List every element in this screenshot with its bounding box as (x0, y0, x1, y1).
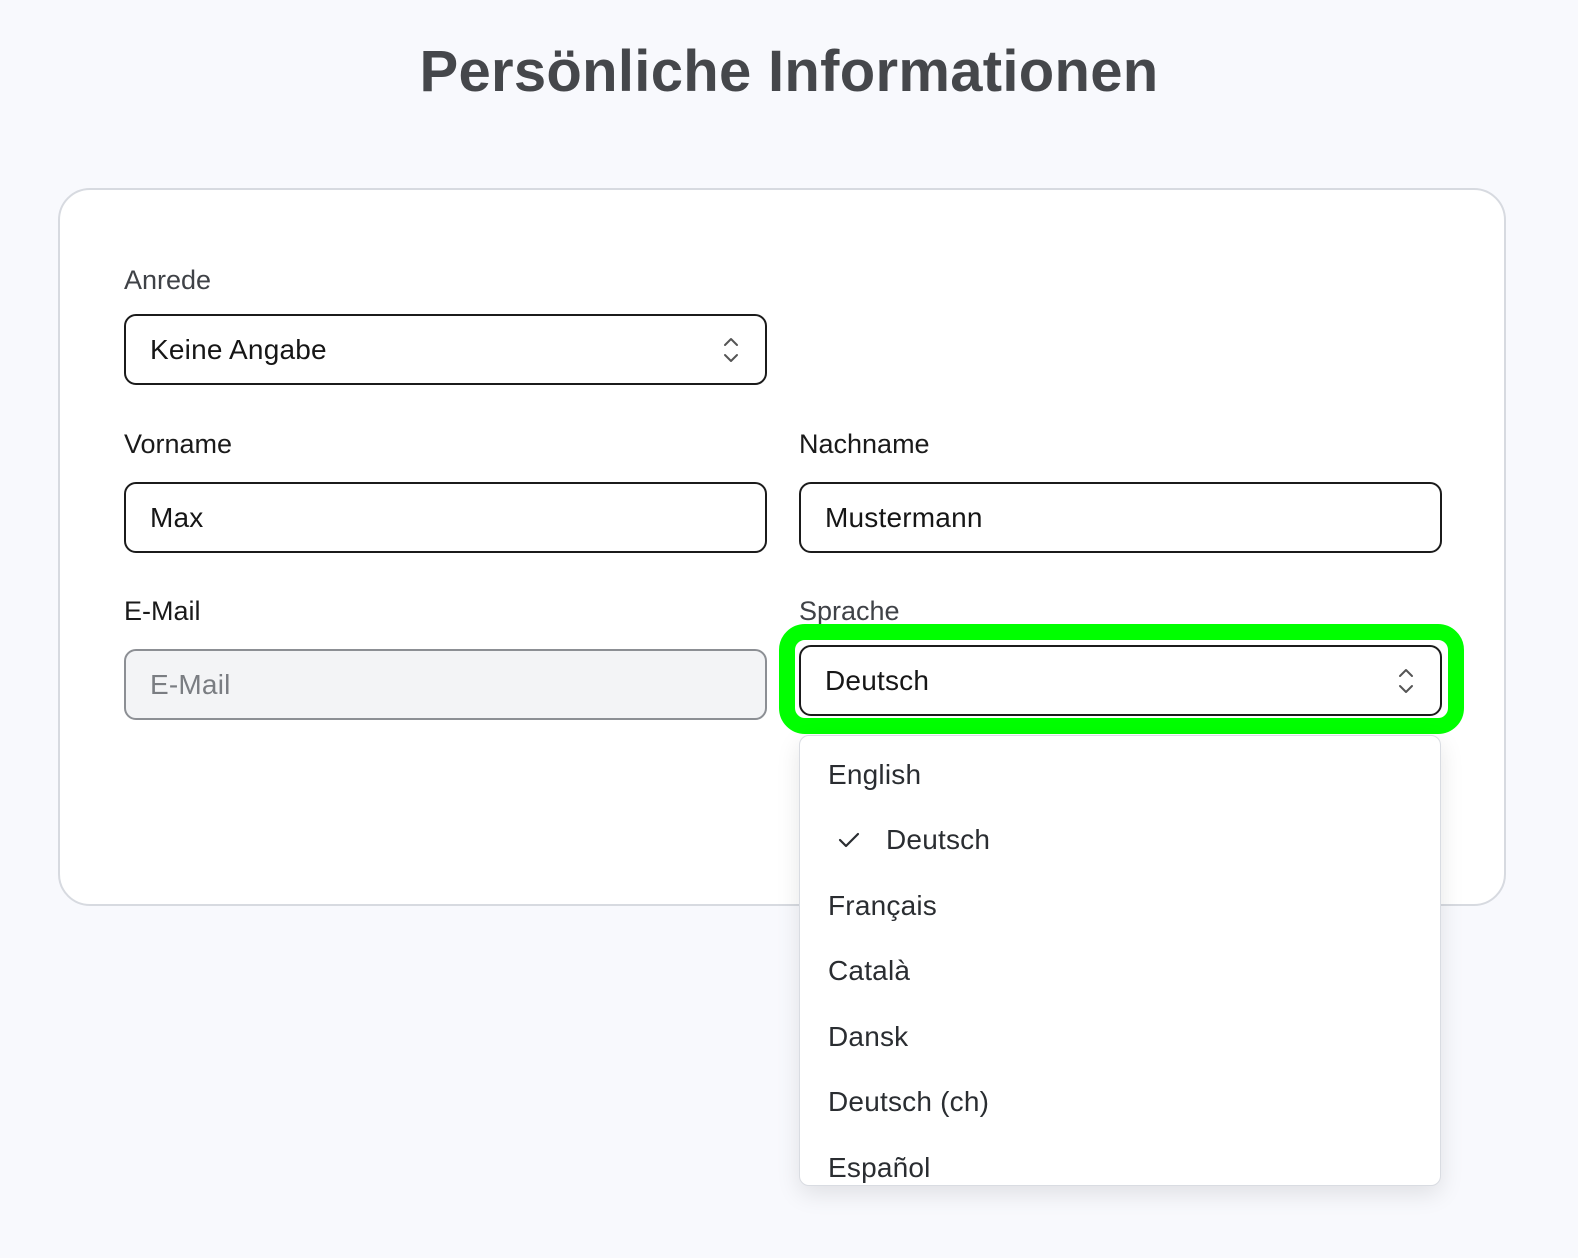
last-name-value: Mustermann (825, 502, 983, 533)
language-option-deutsch[interactable]: Deutsch (800, 809, 1440, 871)
page-title: Persönliche Informationen (419, 39, 1159, 104)
salutation-select[interactable]: Keine Angabe (124, 314, 767, 385)
option-label: Español (828, 1152, 931, 1183)
option-label: English (828, 759, 922, 790)
option-label: Català (828, 955, 911, 986)
option-label: Dansk (828, 1021, 909, 1052)
salutation-value: Keine Angabe (150, 334, 327, 365)
first-name-field[interactable]: Max (124, 482, 767, 553)
first-name-value: Max (150, 502, 204, 533)
email-field[interactable]: E-Mail (124, 649, 767, 720)
language-label: Sprache (799, 596, 900, 626)
language-option-catala[interactable]: Català (800, 940, 1440, 1002)
last-name-label: Nachname (799, 429, 930, 459)
language-option-francais[interactable]: Français (800, 875, 1440, 937)
language-option-dansk[interactable]: Dansk (800, 1006, 1440, 1068)
option-label: Français (828, 890, 937, 921)
first-name-label: Vorname (124, 429, 233, 459)
email-label: E-Mail (124, 596, 201, 626)
language-option-espanol[interactable]: Español (800, 1137, 1440, 1185)
option-label: Deutsch (886, 824, 991, 855)
language-option-english[interactable]: English (800, 744, 1440, 806)
email-placeholder: E-Mail (150, 669, 231, 700)
last-name-field[interactable]: Mustermann (799, 482, 1442, 553)
language-dropdown-list[interactable]: English Deutsch Français Català Dansk De… (799, 735, 1441, 1186)
chevron-up-down-icon (724, 338, 738, 362)
language-option-deutsch-ch[interactable]: Deutsch (ch) (800, 1071, 1440, 1133)
check-icon (838, 832, 860, 848)
salutation-label: Anrede (124, 265, 212, 295)
focus-highlight (779, 624, 1464, 734)
option-label: Deutsch (ch) (828, 1086, 990, 1117)
